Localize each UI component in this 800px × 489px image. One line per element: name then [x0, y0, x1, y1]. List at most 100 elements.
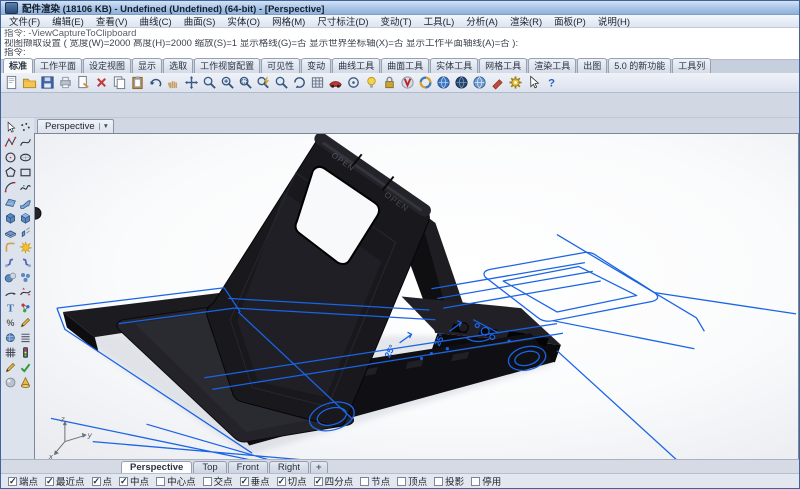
text-tool-icon[interactable]: T	[3, 300, 17, 314]
export-page-icon[interactable]	[75, 74, 92, 91]
move-icon[interactable]	[183, 74, 200, 91]
menu-item[interactable]: 渲染(R)	[504, 14, 548, 28]
menu-item[interactable]: 网格(M)	[266, 14, 311, 28]
osnap-widget-icon[interactable]	[345, 74, 362, 91]
zoom-in-icon[interactable]	[219, 74, 236, 91]
osnap-checkbox-端点[interactable]	[8, 477, 17, 486]
osnap-label[interactable]: 中心点	[167, 474, 196, 488]
new-file-icon[interactable]	[3, 74, 20, 91]
check-tool-icon[interactable]	[18, 360, 32, 374]
rebuild-curve-tool-icon[interactable]	[18, 285, 32, 299]
cone-tool-icon[interactable]	[18, 375, 32, 389]
osnap-label[interactable]: 投影	[445, 474, 464, 488]
viewport-tab-perspective[interactable]: Perspective	[121, 461, 192, 473]
paste-icon[interactable]	[129, 74, 146, 91]
contour-stack-tool-icon[interactable]	[18, 330, 32, 344]
osnap-checkbox-最近点[interactable]	[45, 477, 54, 486]
toolbar-tab[interactable]: 曲线工具	[332, 58, 380, 73]
osnap-checkbox-中心点[interactable]	[156, 477, 165, 486]
osnap-checkbox-垂点[interactable]	[240, 477, 249, 486]
hinge-right-tool-icon[interactable]	[18, 255, 32, 269]
menu-item[interactable]: 工具(L)	[418, 14, 461, 28]
toolbar-tab[interactable]: 网格工具	[479, 58, 527, 73]
toolbar-tab[interactable]: 工作平面	[34, 58, 82, 73]
select-tool-icon[interactable]	[3, 120, 17, 134]
lock-icon[interactable]	[381, 74, 398, 91]
viewport-canvas[interactable]: OPEN OPEN	[35, 134, 798, 459]
osnap-label[interactable]: 点	[103, 474, 113, 488]
sweep-tool-icon[interactable]	[18, 195, 32, 209]
menu-item[interactable]: 曲面(S)	[178, 14, 222, 28]
polygon-tool-icon[interactable]	[3, 165, 17, 179]
menu-item[interactable]: 查看(V)	[90, 14, 134, 28]
hinge-left-tool-icon[interactable]	[3, 255, 17, 269]
toolbar-tab[interactable]: 出图	[577, 58, 607, 73]
vray-render-icon[interactable]	[399, 74, 416, 91]
toolbar-tab[interactable]: 工具列	[672, 58, 711, 73]
osnap-label[interactable]: 切点	[288, 474, 307, 488]
viewport-tab-front[interactable]: Front	[228, 461, 268, 473]
circle-tool-icon[interactable]	[3, 150, 17, 164]
toolbar-tab[interactable]: 变动	[301, 58, 331, 73]
toolbar-tab[interactable]: 选取	[163, 58, 193, 73]
tool-red-icon[interactable]	[489, 74, 506, 91]
toolbar-tab[interactable]: 曲面工具	[381, 58, 429, 73]
menu-item[interactable]: 曲线(C)	[133, 14, 177, 28]
point-cloud-tool-icon[interactable]	[18, 300, 32, 314]
osnap-label[interactable]: 停用	[482, 474, 501, 488]
toolbar-tab[interactable]: 显示	[132, 58, 162, 73]
sphere-array-tool-icon[interactable]	[18, 270, 32, 284]
toolbar-tab[interactable]: 实体工具	[430, 58, 478, 73]
zoom-selected-icon[interactable]	[273, 74, 290, 91]
options-gear-icon[interactable]	[507, 74, 524, 91]
named-view-car-icon[interactable]	[327, 74, 344, 91]
osnap-checkbox-中点[interactable]	[119, 477, 128, 486]
toolbar-tab[interactable]: 标准	[3, 58, 33, 73]
fillet-tool-icon[interactable]	[3, 240, 17, 254]
extrude-tool-icon[interactable]	[18, 225, 32, 239]
command-prompt[interactable]: 指令:	[4, 48, 796, 58]
viewport-title-tab[interactable]: Perspective ▼	[37, 119, 114, 133]
osnap-checkbox-四分点[interactable]	[314, 477, 323, 486]
zoom-dynamic-icon[interactable]	[201, 74, 218, 91]
osnap-label[interactable]: 节点	[371, 474, 390, 488]
menu-item[interactable]: 编辑(E)	[46, 14, 90, 28]
grid-snap-icon[interactable]	[309, 74, 326, 91]
title-bar[interactable]: 配件渲染 (18106 KB) - Undefined (Undefined) …	[1, 1, 799, 15]
pan-icon[interactable]	[165, 74, 182, 91]
open-file-icon[interactable]	[21, 74, 38, 91]
menu-item[interactable]: 变动(T)	[375, 14, 418, 28]
undo-icon[interactable]	[147, 74, 164, 91]
toolbar-tab[interactable]: 设定视图	[83, 58, 131, 73]
menu-item[interactable]: 尺寸标注(D)	[311, 14, 374, 28]
osnap-label[interactable]: 端点	[19, 474, 38, 488]
traffic-light-tool-icon[interactable]	[18, 345, 32, 359]
new-viewport-tab-button[interactable]: +	[310, 461, 328, 473]
osnap-checkbox-停用[interactable]	[471, 477, 480, 486]
help-icon[interactable]: ?	[543, 74, 560, 91]
rectangle-tool-icon[interactable]	[18, 165, 32, 179]
zoom-window-icon[interactable]	[237, 74, 254, 91]
osnap-label[interactable]: 中点	[130, 474, 149, 488]
osnap-checkbox-投影[interactable]	[434, 477, 443, 486]
viewport-tab-top[interactable]: Top	[193, 461, 226, 473]
save-icon[interactable]	[39, 74, 56, 91]
light-icon[interactable]	[363, 74, 380, 91]
mesh-blob-tool-icon[interactable]	[3, 330, 17, 344]
pencil-tool-icon[interactable]	[18, 315, 32, 329]
osnap-checkbox-节点[interactable]	[360, 477, 369, 486]
sketch-tool-icon[interactable]	[3, 360, 17, 374]
osnap-checkbox-切点[interactable]	[277, 477, 286, 486]
box-corner-tool-icon[interactable]	[18, 210, 32, 224]
osnap-label[interactable]: 垂点	[251, 474, 270, 488]
osnap-checkbox-顶点[interactable]	[397, 477, 406, 486]
zoom-extents-icon[interactable]	[255, 74, 272, 91]
gray-sphere-tool-icon[interactable]	[3, 375, 17, 389]
rotate-view-icon[interactable]	[291, 74, 308, 91]
arc-tool-icon[interactable]	[3, 180, 17, 194]
explode-tool-icon[interactable]	[18, 240, 32, 254]
toolbar-tab[interactable]: 可见性	[261, 58, 300, 73]
mesh-grid-tool-icon[interactable]	[3, 345, 17, 359]
surface-patch-tool-icon[interactable]	[3, 195, 17, 209]
vray-options-icon[interactable]	[417, 74, 434, 91]
